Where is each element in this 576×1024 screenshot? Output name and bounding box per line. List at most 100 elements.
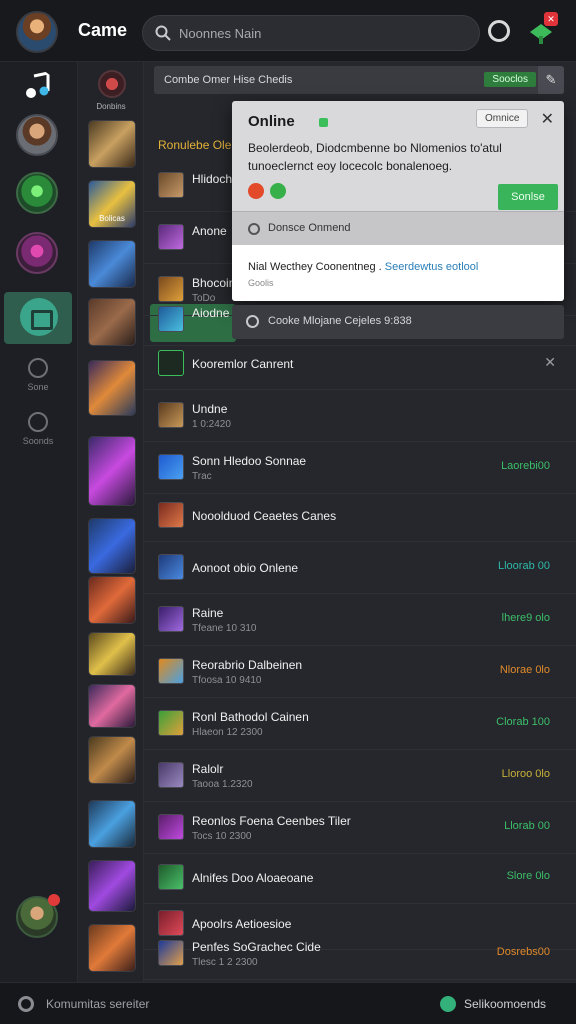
music-note-icon[interactable] [22,70,54,102]
grid-icon [20,298,58,336]
game-thumb[interactable] [88,576,136,624]
promo-banner[interactable]: Combe Omer Hise Chedis Sooclos ✎ [154,66,564,94]
game-icon [158,814,184,840]
popup-footer-link[interactable]: Seerdewtus eotlool [385,261,479,273]
game-icon [158,606,184,632]
game-icon [158,864,184,890]
game-thumb[interactable] [88,632,136,676]
rail-active-item[interactable] [4,292,72,344]
list-item[interactable]: Alnifes Doo Aloaeoane Slore 0lo [144,852,576,904]
game-icon [158,554,184,580]
game-thumb[interactable] [88,800,136,848]
target-icon[interactable] [98,70,126,98]
list-item[interactable]: Reonlos Foena Ceenbes Tiler Tocs 10 2300… [144,802,576,854]
top-bar: Came Noonnes Nain ✕ [0,0,576,62]
item-name: Kooremlor Canrent [192,357,294,371]
radio-icon[interactable] [246,315,259,328]
game-thumb-label: Bolicas [99,214,125,223]
rail-item-label: Sone [27,382,49,392]
community-icon[interactable] [18,996,34,1012]
game-thumb[interactable] [88,924,136,972]
item-sub: Tocs 10 2300 [192,831,252,842]
list-item[interactable]: Reorabrio Dalbeinen Tfoosa 10 9410 Nlora… [144,646,576,698]
red-app-icon[interactable] [248,183,264,199]
green-app-icon[interactable] [270,183,286,199]
online-popup: Online Omnice ✕ Beolerdeob, Diodcmbenne … [232,101,564,301]
item-stat: Llorab 00 [504,820,550,832]
popup-option-button[interactable]: Omnice [476,109,529,128]
search-input[interactable]: Noonnes Nain [142,15,480,51]
game-thumb[interactable] [88,120,136,168]
wrench-icon[interactable]: ✎ [538,66,564,94]
list-item[interactable]: Raine Tfeane 10 310 lhere9 olo [144,594,576,646]
popup-footer-sub: Goolis [248,278,274,288]
rail-avatar-3[interactable] [16,232,58,274]
gift-icon[interactable]: ✕ [526,12,558,46]
item-stat: lhere9 olo [501,612,550,624]
popup-option-bar[interactable]: Donsce Onmend [232,211,564,245]
item-stat: Dosrebs00 [496,946,550,958]
list-item[interactable]: Ronl Bathodol Cainen Hlaeon 12 2300 Clor… [144,698,576,750]
game-thumb[interactable] [88,860,136,912]
list-item[interactable]: Kooremlor Canrent ✕ [144,338,576,390]
game-thumb[interactable] [88,684,136,728]
game-thumb[interactable] [88,240,136,288]
subbar-text: Cooke Mlojane Cejeles 9:838 [268,315,412,327]
game-thumb[interactable] [88,298,136,346]
location-icon[interactable] [440,996,456,1012]
popup-action-button[interactable]: Sonlse [498,184,558,210]
game-thumb[interactable] [88,360,136,416]
game-icon [158,350,184,376]
item-stat: Lloroo 0lo [501,768,550,780]
notification-badge: ✕ [544,12,558,26]
item-name: Ronl Bathodol Cainen [192,710,309,724]
popup-footer: Nial Wecthey Coonentneg . Seerdewtus eot… [232,245,564,301]
circle-icon [28,358,48,378]
game-thumb[interactable]: Bolicas [88,180,136,228]
item-name: Raine [192,606,224,620]
col2-top-label: Donbins [96,102,126,111]
game-icon [158,502,184,528]
list-item[interactable]: Nooolduod Ceaetes Canes [144,490,576,542]
banner-button[interactable]: Sooclos [484,72,536,87]
game-icon [158,306,184,332]
user-avatar[interactable] [16,11,58,53]
status-ring-icon[interactable] [488,20,510,42]
item-name: Anone [192,224,227,238]
close-icon[interactable]: ✕ [544,354,556,371]
radio-icon[interactable] [248,223,260,235]
game-icon [158,762,184,788]
rail-avatar-1[interactable] [16,114,58,156]
search-icon [155,25,171,41]
game-icon [158,224,184,250]
popup-body: Beolerdeob, Diodcmbenne bo Nlomenios to'… [248,141,502,173]
close-icon[interactable]: ✕ [541,109,554,129]
game-thumb[interactable] [88,736,136,784]
popup-title: Online [248,113,295,130]
list-item[interactable]: Ralolr Taooa 1.2320 Lloroo 0lo [144,750,576,802]
rail-bottom-avatar[interactable] [16,894,60,938]
item-name: Aonoot obio Onlene [192,561,299,575]
list-item[interactable]: Undne 1 0:2420 [144,390,576,442]
popup-footer-text: Nial Wecthey Coonentneg . Seerdewtus eot… [248,261,479,273]
list-item[interactable]: Aonoot obio Onlene Lloorab 00 [144,542,576,594]
item-name: Ralolr [192,762,224,776]
game-thumb[interactable] [88,518,136,574]
item-sub: 1 0:2420 [192,419,231,430]
rail-item-label: Soonds [22,436,54,446]
list-item[interactable]: Penfes SoGrachec Cide Tlesc 1 2 2300 Dos… [144,928,576,980]
bottom-bar: Komumitas sereiter Selikoomoends [0,982,576,1024]
bottom-right-label[interactable]: Selikoomoends [464,997,546,1011]
popup-secondary-bar[interactable]: Cooke Mlojane Cejeles 9:838 [232,305,564,339]
item-sub: Hlaeon 12 2300 [192,727,263,738]
item-stat: Slore 0lo [506,870,550,882]
rail-bottom-badge [48,894,60,906]
list-item[interactable]: Sonn Hledoo Sonnae Trac Laorebi00 [144,442,576,494]
game-icon [158,940,184,966]
game-thumb[interactable] [88,436,136,506]
bottom-left-label[interactable]: Komumitas sereiter [46,997,149,1011]
app-title: Came [78,20,128,40]
rail-item-sone[interactable]: Sone [18,358,58,392]
rail-avatar-2[interactable] [16,172,58,214]
rail-item-soonds[interactable]: Soonds [18,412,58,446]
